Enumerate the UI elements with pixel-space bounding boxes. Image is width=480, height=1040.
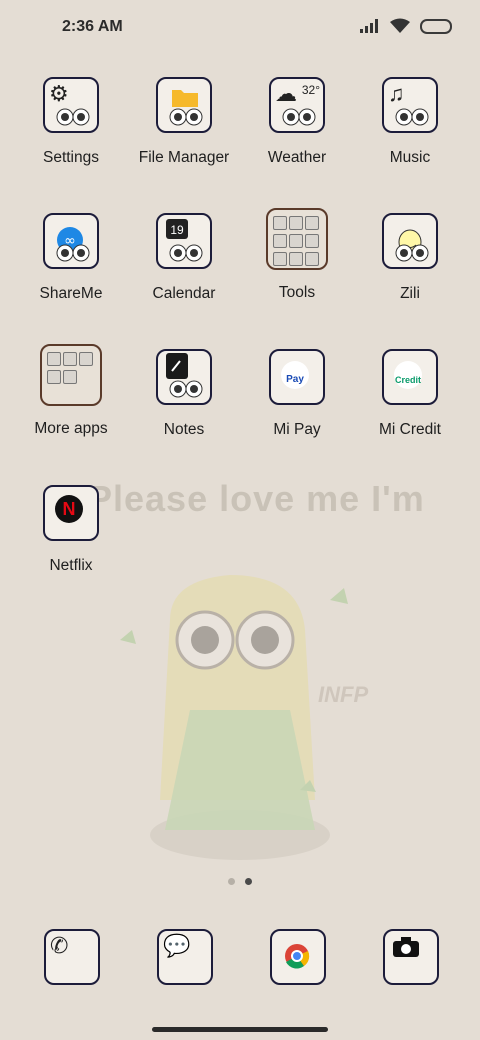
app-weather[interactable]: ☁ 32° Weather xyxy=(242,77,352,167)
status-time: 2:36 AM xyxy=(62,18,123,35)
chrome-icon xyxy=(285,944,310,969)
app-calendar-tile[interactable]: 19 xyxy=(156,213,212,269)
app-weather-tile[interactable]: ☁ 32° xyxy=(269,77,325,133)
folder-more-apps-tile[interactable] xyxy=(40,344,102,406)
app-zili[interactable]: Zili xyxy=(355,213,465,303)
app-file-manager[interactable]: File Manager xyxy=(129,77,239,167)
app-music[interactable]: ♫ Music xyxy=(355,77,465,167)
app-settings[interactable]: ⚙ Settings xyxy=(16,77,126,167)
app-label: Netflix xyxy=(49,557,93,574)
app-mi-pay-tile[interactable]: Pay xyxy=(269,349,325,405)
netflix-icon: N xyxy=(55,495,83,523)
app-label: File Manager xyxy=(138,149,230,166)
character-face-icon xyxy=(395,244,429,262)
app-file-manager-tile[interactable] xyxy=(156,77,212,133)
app-label: Zili xyxy=(400,285,420,302)
app-mi-credit[interactable]: Credit Mi Credit xyxy=(355,349,465,439)
character-face-icon xyxy=(56,108,90,126)
app-notes[interactable]: Notes xyxy=(129,349,239,439)
folder-tools-tile[interactable] xyxy=(266,208,328,270)
wallpaper-text: Please love me I'm xyxy=(88,478,425,519)
wallpaper-character-illustration xyxy=(120,575,348,860)
app-shareme-tile[interactable]: ∞ xyxy=(43,213,99,269)
app-label: Tools xyxy=(278,284,316,301)
app-mi-credit-tile[interactable]: Credit xyxy=(382,349,438,405)
app-shareme[interactable]: ∞ ShareMe xyxy=(16,213,126,303)
wifi-icon xyxy=(390,18,410,33)
app-label: Weather xyxy=(267,149,327,166)
app-netflix-tile[interactable]: N xyxy=(43,485,99,541)
character-face-icon xyxy=(169,244,203,262)
character-face-icon xyxy=(395,108,429,126)
page-indicator[interactable] xyxy=(228,878,252,885)
gesture-nav-bar[interactable] xyxy=(152,1027,328,1032)
messages-icon: 💬 xyxy=(163,933,191,958)
signal-icon xyxy=(360,19,378,33)
mi-pay-icon: Pay xyxy=(281,361,309,389)
app-label: More apps xyxy=(34,420,108,437)
app-settings-tile[interactable]: ⚙ xyxy=(43,77,99,133)
app-netflix[interactable]: N Netflix xyxy=(16,485,126,575)
calendar-icon: 19 xyxy=(166,219,188,239)
dock-chrome[interactable] xyxy=(270,929,326,985)
app-mi-pay[interactable]: Pay Mi Pay xyxy=(242,349,352,439)
folder-grid-icon xyxy=(47,352,93,384)
folder-tools[interactable]: Tools xyxy=(242,208,352,302)
character-face-icon xyxy=(169,380,203,398)
app-label: Music xyxy=(389,149,431,166)
folder-grid-icon xyxy=(273,216,319,266)
app-label: ShareMe xyxy=(39,285,103,302)
app-label: Mi Credit xyxy=(378,421,441,438)
page-dot-2-active[interactable] xyxy=(245,878,252,885)
camera-icon xyxy=(393,937,419,957)
mi-credit-icon: Credit xyxy=(394,361,422,389)
app-music-tile[interactable]: ♫ xyxy=(382,77,438,133)
folder-more-apps[interactable]: More apps xyxy=(16,344,126,438)
dock-messages[interactable]: 💬 xyxy=(157,929,213,985)
wallpaper-tag: INFP xyxy=(318,682,369,707)
phone-icon: ✆ xyxy=(50,933,69,958)
app-label: Settings xyxy=(42,149,99,166)
status-icons xyxy=(360,18,452,34)
weather-temp: 32° xyxy=(301,83,320,97)
battery-icon xyxy=(420,18,452,34)
page-dot-1[interactable] xyxy=(228,878,235,885)
app-calendar[interactable]: 19 Calendar xyxy=(129,213,239,303)
app-zili-tile[interactable] xyxy=(382,213,438,269)
character-face-icon xyxy=(169,108,203,126)
app-label: Notes xyxy=(163,421,205,438)
dock-camera[interactable] xyxy=(383,929,439,985)
dock-phone[interactable]: ✆ xyxy=(44,929,100,985)
app-label: Mi Pay xyxy=(273,421,321,438)
app-notes-tile[interactable] xyxy=(156,349,212,405)
character-face-icon xyxy=(56,244,90,262)
character-face-icon xyxy=(282,108,316,126)
app-label: Calendar xyxy=(152,285,216,302)
